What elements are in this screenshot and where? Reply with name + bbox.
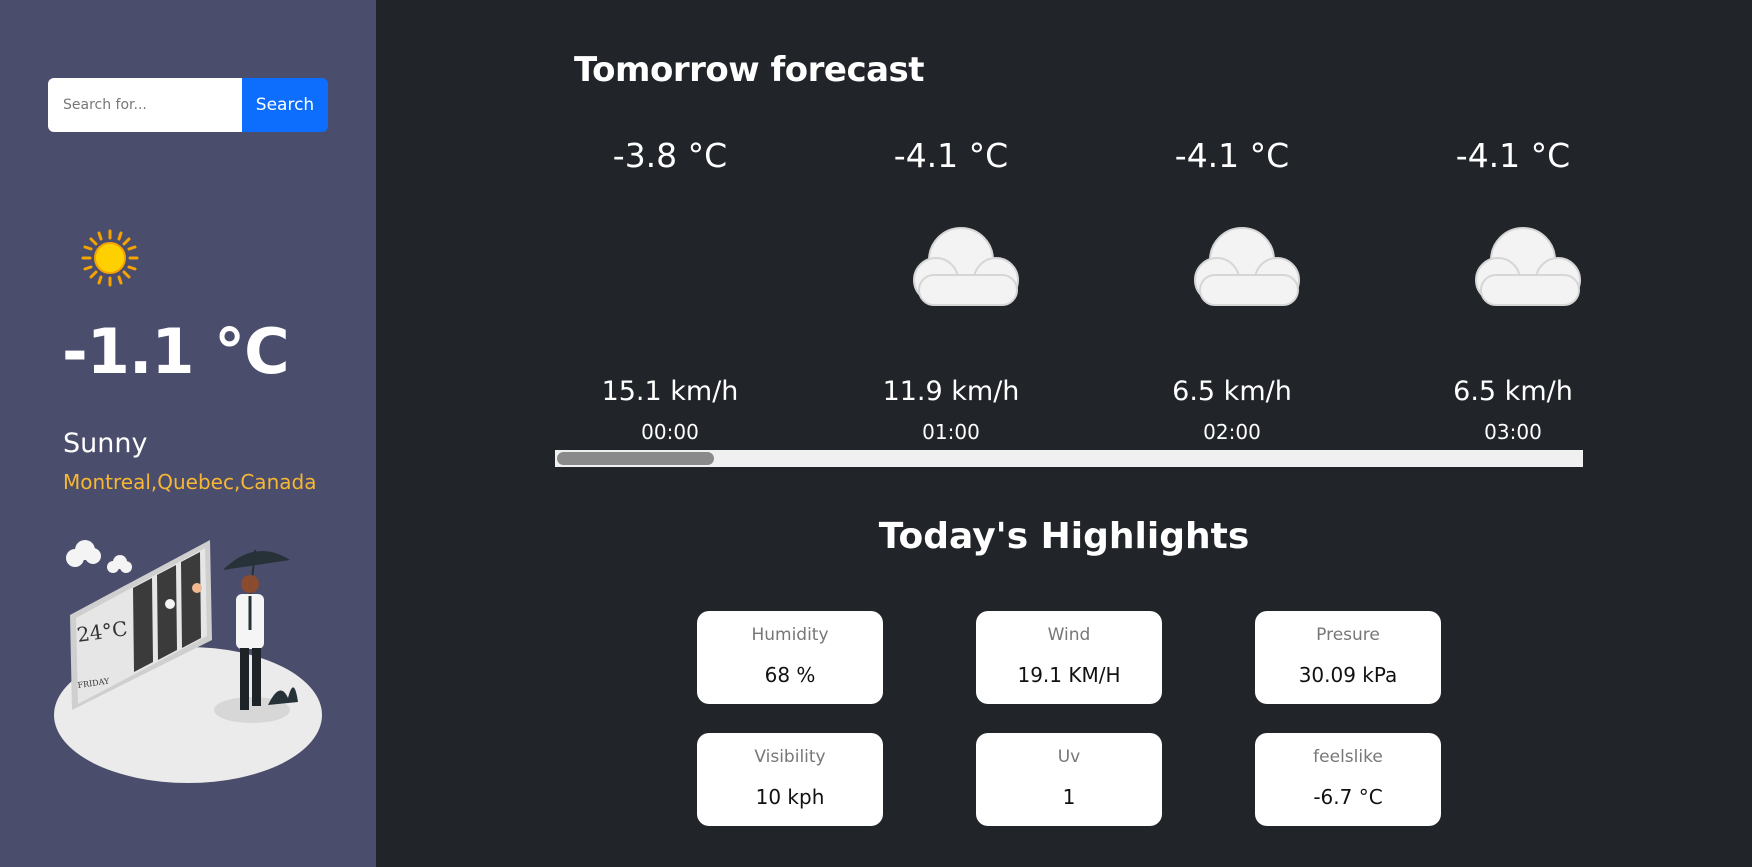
highlight-card-feelslike: feelslike -6.7 °C xyxy=(1255,733,1441,826)
highlight-label: Visibility xyxy=(754,747,826,767)
highlight-card-humidity: Humidity 68 % xyxy=(697,611,883,704)
sun-icon xyxy=(81,229,139,287)
current-temperature: -1.1 °C xyxy=(62,315,290,388)
highlight-label: Humidity xyxy=(751,625,829,645)
search-button[interactable]: Search xyxy=(242,78,328,132)
highlight-label: feelslike xyxy=(1313,747,1383,767)
search-input[interactable] xyxy=(48,78,242,132)
current-condition: Sunny xyxy=(63,428,148,459)
highlight-card-visibility: Visibility 10 kph xyxy=(697,733,883,826)
highlight-value: 30.09 kPa xyxy=(1298,663,1398,687)
highlight-value: 68 % xyxy=(764,663,816,687)
highlight-value: 19.1 KM/H xyxy=(1017,663,1121,687)
highlights-section: Today's Highlights Humidity 68 % Wind 19… xyxy=(376,0,1752,867)
highlight-card-pressure: Presure 30.09 kPa xyxy=(1255,611,1441,704)
sidebar: Search -1.1 °C Sunny Montreal,Quebec,Can… xyxy=(0,0,376,867)
highlight-value: 1 xyxy=(1062,785,1076,809)
highlight-value: -6.7 °C xyxy=(1313,785,1383,809)
highlight-card-uv: Uv 1 xyxy=(976,733,1162,826)
current-location: Montreal,Quebec,Canada xyxy=(63,470,317,494)
highlight-label: Wind xyxy=(1047,625,1091,645)
highlight-card-wind: Wind 19.1 KM/H xyxy=(976,611,1162,704)
highlight-label: Presure xyxy=(1316,625,1380,645)
highlight-value: 10 kph xyxy=(755,785,825,809)
highlight-label: Uv xyxy=(1057,747,1081,767)
search-bar: Search xyxy=(48,78,328,132)
highlights-title: Today's Highlights xyxy=(878,516,1250,557)
weather-illustration: 24°C FRIDAY xyxy=(54,540,322,783)
